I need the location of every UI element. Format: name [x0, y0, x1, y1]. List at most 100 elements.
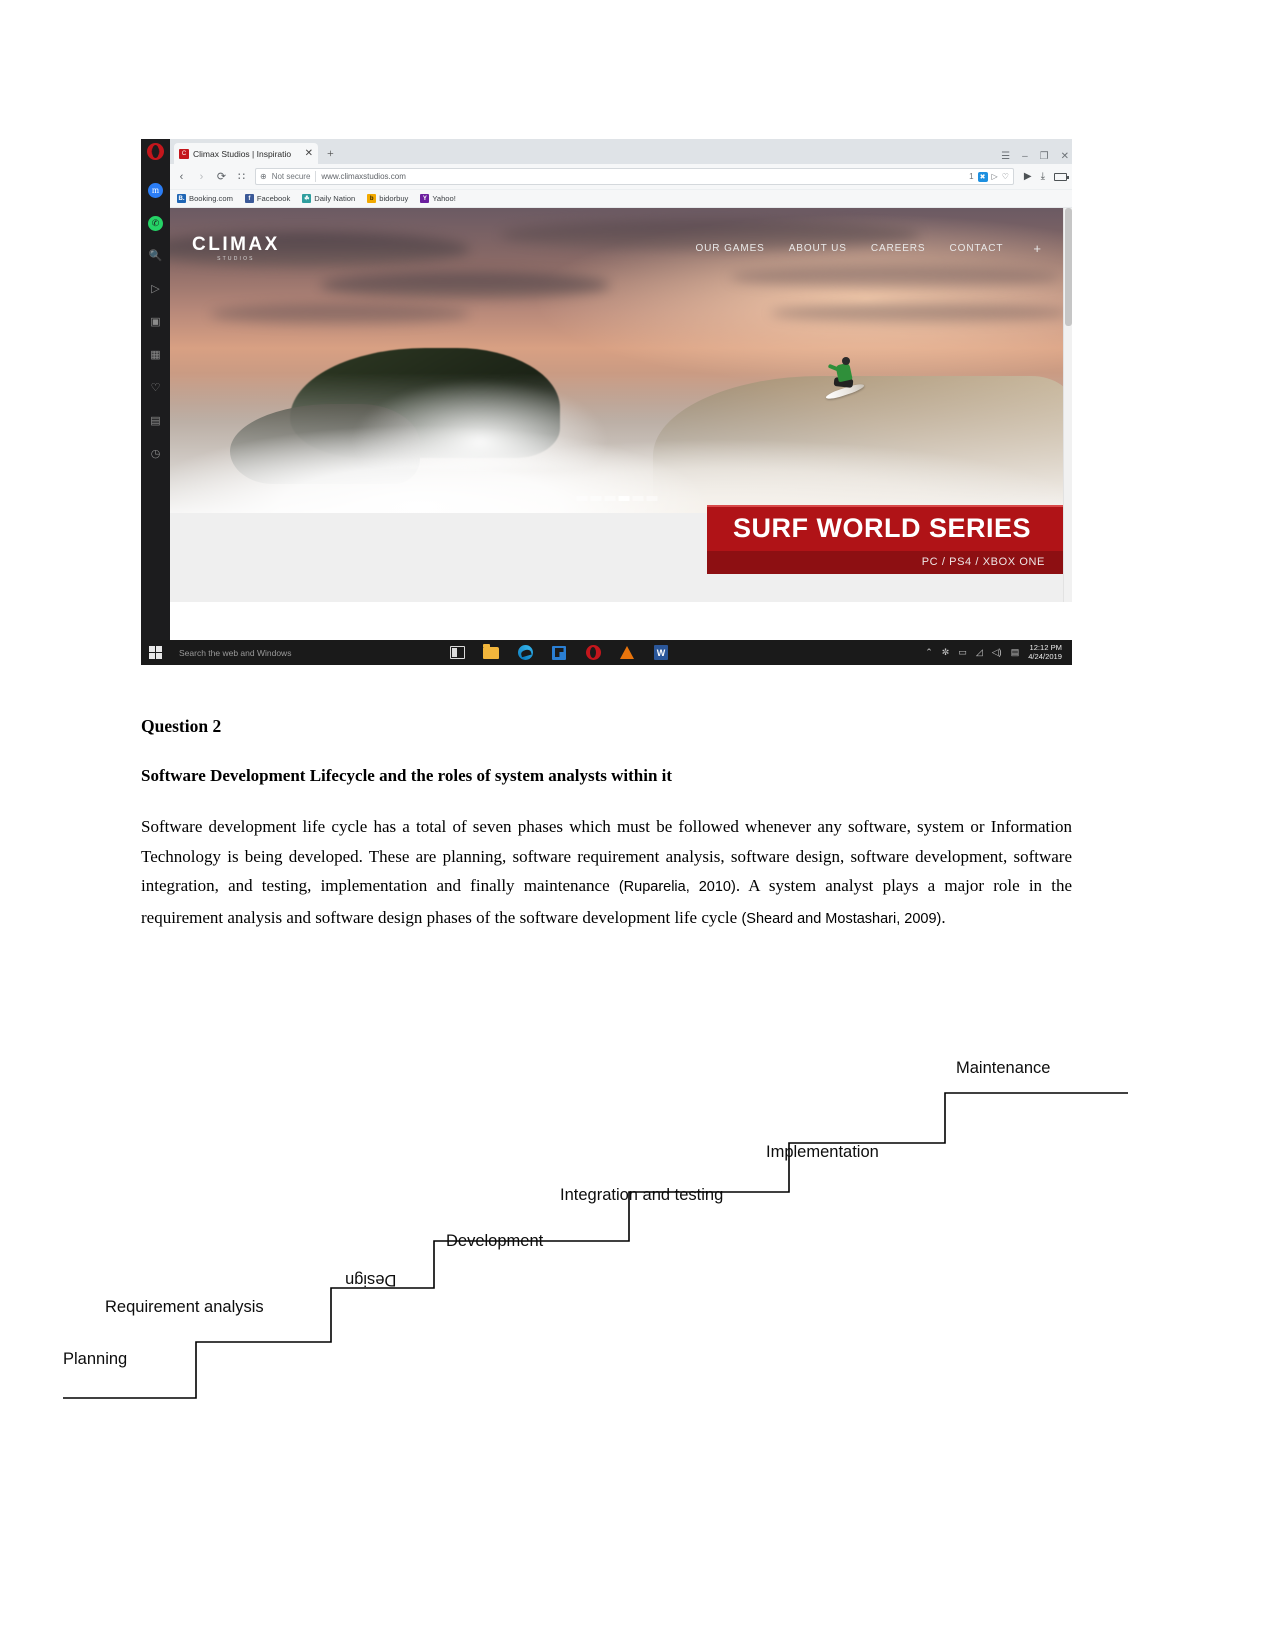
step-label-design: Design	[345, 1271, 397, 1289]
bookmark-booking[interactable]: B. Booking.com	[177, 194, 233, 203]
maximize-button[interactable]: ❐	[1040, 152, 1049, 162]
toolbar-right-icons: ▶ ⤓	[1021, 171, 1069, 182]
bookmark-label: bidorbuy	[379, 194, 409, 203]
task-view-icon[interactable]	[440, 640, 474, 665]
bluetooth-icon[interactable]: ✼	[942, 647, 950, 658]
battery-icon[interactable]	[1054, 172, 1069, 181]
edge-icon[interactable]	[508, 640, 542, 665]
opera-sidebar[interactable]: m ✆ 🔍 ▷ ▣ ▦ ♡ ▤ ◷ ◧	[141, 139, 170, 665]
slider-dots[interactable]	[576, 496, 657, 501]
sea-spray	[350, 379, 610, 469]
network-icon[interactable]: ▭	[958, 647, 967, 658]
nav-link-about-us[interactable]: ABOUT US	[789, 243, 847, 254]
cloud-band	[730, 266, 1060, 288]
facebook-icon: f	[244, 194, 254, 203]
speeddial-icon[interactable]: ▦	[148, 348, 163, 363]
bookmark-yahoo[interactable]: Y Yahoo!	[420, 194, 456, 203]
opera-logo-icon[interactable]	[147, 143, 164, 160]
telegram-icon[interactable]: ▷	[148, 282, 163, 297]
section-subheading: Software Development Lifecycle and the r…	[141, 766, 673, 785]
surf-world-series-banner[interactable]: SURF WORLD SERIES PC / PS4 / XBOX ONE	[707, 505, 1063, 574]
slider-dot-active[interactable]	[618, 496, 629, 501]
shield-icon[interactable]: ✖	[977, 171, 988, 182]
file-explorer-icon[interactable]	[474, 640, 508, 665]
address-bar-row: ‹ › ⟳ ∷ ⊕ Not secure www.climaxstudios.c…	[170, 164, 1072, 190]
taskbar-search[interactable]: Search the web and Windows	[170, 640, 388, 665]
back-icon[interactable]: ‹	[175, 171, 188, 183]
browser-tab[interactable]: C Climax Studios | Inspiratio ✕	[174, 143, 318, 164]
browser-menu-icon[interactable]: ☰	[1001, 152, 1010, 162]
share-icon[interactable]: ▷	[992, 172, 998, 181]
nav-link-contact[interactable]: CONTACT	[950, 243, 1004, 254]
close-window-button[interactable]: ✕	[1061, 152, 1069, 162]
tab-favicon: C	[179, 148, 189, 159]
opera-icon[interactable]	[576, 640, 610, 665]
step-label-development: Development	[446, 1232, 544, 1250]
step-label-implementation: Implementation	[766, 1143, 879, 1161]
slider-dot[interactable]	[604, 496, 615, 501]
store-icon[interactable]	[542, 640, 576, 665]
slider-dot[interactable]	[576, 496, 587, 501]
chevron-up-icon[interactable]: ⌃	[925, 647, 933, 658]
messenger-icon[interactable]: m	[148, 183, 163, 198]
word-icon[interactable]: W	[644, 640, 678, 665]
page-viewport: CLIMAX STUDIOS OUR GAMES ABOUT US CAREER…	[170, 208, 1072, 602]
citation-ruparelia: (Ruparelia, 2010)	[618, 879, 736, 895]
start-button[interactable]	[141, 640, 170, 665]
window-controls: ☰ – ❐ ✕	[1001, 152, 1069, 162]
bookmark-label: Yahoo!	[432, 194, 456, 203]
cloud-band	[210, 304, 470, 324]
url-bar[interactable]: ⊕ Not secure www.climaxstudios.com 1 ✖ ▷…	[255, 168, 1014, 185]
cloud-band	[770, 304, 1063, 322]
brand-name: CLIMAX	[192, 233, 280, 255]
question-heading: Question 2	[141, 716, 222, 736]
search-icon[interactable]: 🔍	[148, 249, 163, 264]
url-text: www.climaxstudios.com	[321, 172, 406, 181]
instagram-icon[interactable]: ▣	[148, 315, 163, 330]
staircase-lines	[63, 1092, 1128, 1399]
forward-icon[interactable]: ›	[195, 171, 208, 183]
tab-title: Climax Studios | Inspiratio	[193, 148, 292, 159]
security-status: Not secure	[271, 172, 311, 181]
reload-icon[interactable]: ⟳	[215, 170, 228, 183]
new-tab-button[interactable]: +	[327, 146, 334, 161]
bookmark-facebook[interactable]: f Facebook	[244, 194, 290, 203]
nav-link-our-games[interactable]: OUR GAMES	[696, 243, 765, 254]
paragraph-part-3: .	[941, 907, 946, 927]
system-tray: ⌃ ✼ ▭ ◿ ◁) ▤ 12:12 PM 4/24/2019	[925, 643, 1072, 661]
browser-window: C Climax Studios | Inspiratio ✕ + ☰ – ❐ …	[170, 139, 1072, 665]
speeddial-icon[interactable]: ∷	[235, 170, 248, 183]
heart-icon[interactable]: ♡	[148, 381, 163, 396]
page-scrollbar[interactable]	[1063, 208, 1072, 602]
brand-sub: STUDIOS	[217, 255, 255, 262]
news-icon[interactable]: ▤	[148, 414, 163, 429]
download-icon[interactable]: ⤓	[1041, 171, 1045, 182]
vlc-icon[interactable]	[610, 640, 644, 665]
taskbar-apps: W	[440, 640, 678, 665]
history-icon[interactable]: ◷	[148, 447, 163, 462]
yahoo-icon: Y	[420, 194, 430, 203]
heart-icon[interactable]: ♡	[1002, 172, 1009, 181]
surfer-head	[842, 357, 850, 365]
onedrive-icon[interactable]: ▤	[1011, 647, 1020, 658]
nav-link-careers[interactable]: CAREERS	[871, 243, 926, 254]
blocker-count: 1	[969, 172, 974, 181]
play-icon[interactable]: ▶	[1024, 171, 1032, 182]
scrollbar-thumb[interactable]	[1065, 208, 1072, 326]
minimize-button[interactable]: –	[1022, 152, 1028, 162]
daily-nation-icon: ☘	[302, 194, 312, 203]
nav-plus-icon[interactable]: +	[1033, 241, 1041, 256]
bookmark-label: Booking.com	[189, 194, 233, 203]
volume-icon[interactable]: ◁)	[992, 647, 1002, 658]
close-icon[interactable]: ✕	[305, 148, 313, 159]
slider-dot[interactable]	[632, 496, 643, 501]
bookmark-daily-nation[interactable]: ☘ Daily Nation	[302, 194, 355, 203]
taskbar-clock[interactable]: 12:12 PM 4/24/2019	[1028, 643, 1065, 661]
tab-strip: C Climax Studios | Inspiratio ✕ + ☰ – ❐ …	[170, 139, 1072, 164]
slider-dot[interactable]	[646, 496, 657, 501]
site-logo[interactable]: CLIMAX STUDIOS	[192, 235, 280, 262]
wifi-icon[interactable]: ◿	[976, 647, 983, 658]
slider-dot[interactable]	[590, 496, 601, 501]
bookmark-bidorbuy[interactable]: b bidorbuy	[367, 194, 408, 203]
whatsapp-icon[interactable]: ✆	[148, 216, 163, 231]
